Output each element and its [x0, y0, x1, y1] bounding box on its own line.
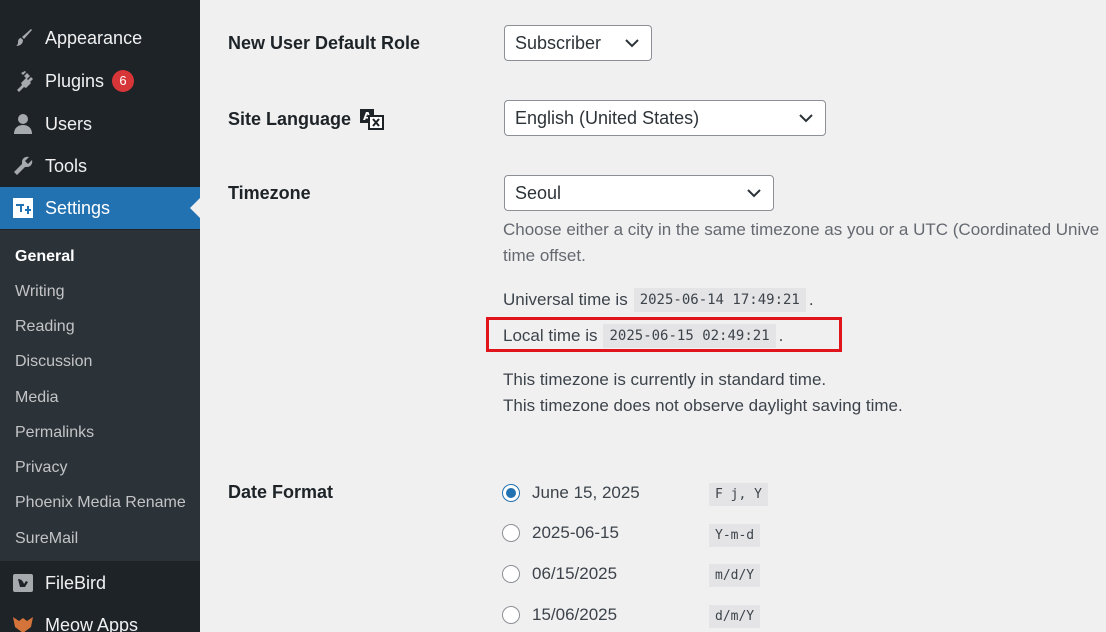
date-format-option[interactable]: June 15, 2025	[502, 483, 640, 503]
translation-icon: A	[360, 109, 385, 130]
menu-label: Tools	[45, 155, 88, 176]
filebird-icon	[10, 570, 36, 596]
submenu-item-reading[interactable]: Reading	[15, 317, 75, 337]
submenu-item-media[interactable]: Media	[15, 388, 59, 408]
universal-time-line: Universal time is 2025-06-14 17:49:21 .	[503, 288, 814, 312]
submenu-item-general[interactable]: General	[15, 247, 75, 267]
admin-sidebar: Appearance Plugins 6 Users Tools Setting…	[0, 0, 200, 632]
submenu-item-discussion[interactable]: Discussion	[15, 352, 92, 372]
menu-label: Appearance	[45, 27, 143, 48]
submenu-item-phoenix-media-rename[interactable]: Phoenix Media Rename	[15, 493, 186, 513]
menu-item-tools[interactable]: Tools	[0, 145, 200, 187]
menu-item-meow-apps[interactable]: Meow Apps	[0, 604, 200, 632]
settings-submenu: General Writing Reading Discussion Media…	[0, 230, 200, 561]
date-format-label: Date Format	[228, 482, 334, 502]
menu-label: Settings	[45, 197, 111, 218]
date-format-option[interactable]: 15/06/2025	[502, 605, 617, 625]
timezone-description-line1: Choose either a city in the same timezon…	[503, 220, 1100, 239]
date-format-example: June 15, 2025	[532, 483, 640, 502]
local-time-period: .	[778, 326, 784, 345]
chevron-down-icon	[625, 39, 639, 48]
date-format-code: Y-m-d	[709, 524, 761, 547]
menu-label: FileBird	[45, 572, 107, 593]
default-role-value: Subscriber	[515, 32, 602, 53]
submenu-item-permalinks[interactable]: Permalinks	[15, 423, 94, 443]
date-format-code: d/m/Y	[709, 605, 761, 628]
wrench-icon	[10, 153, 36, 179]
menu-label: Users	[45, 113, 93, 134]
menu-item-filebird[interactable]: FileBird	[0, 562, 200, 604]
standard-time-note: This timezone is currently in standard t…	[503, 370, 827, 389]
local-time-value: 2025-06-15 02:49:21	[603, 324, 776, 348]
timezone-select[interactable]: Seoul	[504, 175, 774, 211]
chevron-down-icon	[747, 189, 761, 198]
submenu-item-writing[interactable]: Writing	[15, 282, 65, 302]
site-language-row-label: Site Language A	[228, 108, 385, 130]
default-role-label: New User Default Role	[228, 33, 421, 53]
menu-item-plugins[interactable]: Plugins 6	[0, 60, 200, 102]
date-format-radio[interactable]	[502, 606, 520, 624]
dst-note: This timezone does not observe daylight …	[503, 396, 903, 415]
date-format-option[interactable]: 06/15/2025	[502, 564, 617, 584]
date-format-radio[interactable]	[502, 524, 520, 542]
date-format-example: 06/15/2025	[532, 564, 618, 583]
menu-label: Meow Apps	[45, 614, 139, 632]
menu-label: Plugins	[45, 70, 105, 91]
site-language-select[interactable]: English (United States)	[504, 100, 826, 136]
date-format-code: F j, Y	[709, 483, 768, 506]
universal-time-value: 2025-06-14 17:49:21	[633, 288, 806, 312]
timezone-value: Seoul	[515, 182, 562, 203]
plugin-icon	[10, 68, 36, 94]
default-role-select[interactable]: Subscriber	[504, 25, 652, 61]
local-time-line: Local time is 2025-06-15 02:49:21 .	[503, 324, 783, 348]
paintbrush-icon	[10, 25, 36, 51]
chevron-down-icon	[799, 114, 813, 123]
site-language-label: Site Language	[228, 108, 352, 129]
timezone-label: Timezone	[228, 183, 311, 203]
user-icon	[10, 111, 36, 137]
date-format-radio[interactable]	[502, 484, 520, 502]
submenu-item-suremail[interactable]: SureMail	[15, 529, 78, 549]
meow-apps-icon	[10, 612, 36, 632]
universal-time-prefix: Universal time is	[503, 290, 628, 309]
timezone-description-line2: time offset.	[503, 246, 586, 265]
date-format-option[interactable]: 2025-06-15	[502, 523, 619, 543]
submenu-item-privacy[interactable]: Privacy	[15, 458, 67, 478]
menu-item-users[interactable]: Users	[0, 103, 200, 145]
menu-item-settings[interactable]: Settings	[0, 187, 200, 229]
site-language-value: English (United States)	[515, 107, 700, 128]
date-format-radio[interactable]	[502, 565, 520, 583]
date-format-example: 2025-06-15	[532, 523, 619, 542]
universal-time-period: .	[808, 290, 814, 309]
date-format-example: 15/06/2025	[532, 605, 618, 624]
local-time-prefix: Local time is	[503, 326, 598, 345]
date-format-code: m/d/Y	[709, 564, 761, 587]
menu-item-appearance[interactable]: Appearance	[0, 17, 200, 59]
settings-icon	[10, 195, 36, 221]
update-count-badge: 6	[112, 70, 135, 92]
